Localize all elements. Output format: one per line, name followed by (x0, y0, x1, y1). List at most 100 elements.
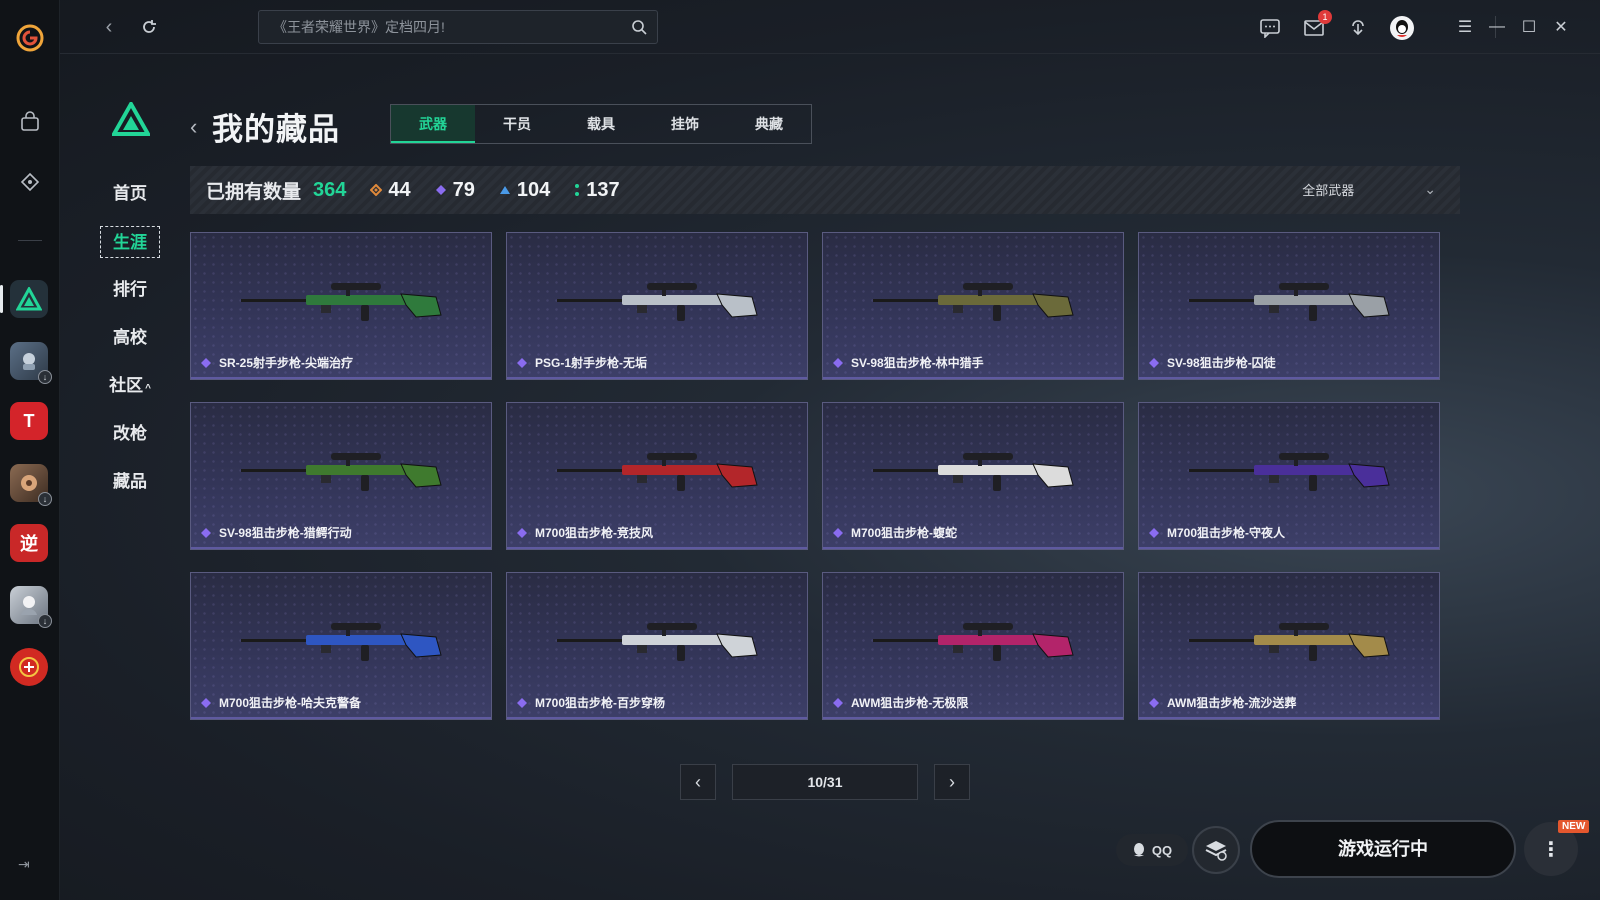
game-5-label: 逆 (20, 534, 38, 554)
weapon-image (873, 283, 1074, 321)
game-2-app[interactable]: ↓ (10, 342, 52, 384)
nav-home[interactable]: 首页 (100, 178, 160, 210)
chevron-down-icon: ⌄ (1424, 181, 1436, 197)
purple-rarity-icon (1149, 527, 1159, 538)
delta-force-logo[interactable] (110, 99, 152, 138)
gold-rarity-icon (370, 184, 383, 196)
purple-rarity-icon (517, 527, 527, 538)
game-3-app[interactable]: T (10, 402, 48, 440)
delta-force-app[interactable] (10, 280, 48, 318)
prev-page-button[interactable]: ‹ (680, 764, 716, 800)
collection-item-card[interactable]: M700狙击步枪-哈夫克警备 (190, 572, 492, 720)
collection-item-card[interactable]: AWM狙击步枪-无极限 (822, 572, 1124, 720)
next-page-button[interactable]: › (934, 764, 970, 800)
collection-item-card[interactable]: PSG-1射手步枪-无垢 (506, 232, 808, 380)
collection-item-card[interactable]: AWM狙击步枪-流沙送葬 (1138, 572, 1440, 720)
collection-item-card[interactable]: M700狙击步枪-守夜人 (1138, 402, 1440, 550)
collection-item-card[interactable]: SV-98狙击步枪-猎鳄行动 (190, 402, 492, 550)
collection-item-card[interactable]: M700狙击步枪-蝮蛇 (822, 402, 1124, 550)
tab-operators[interactable]: 干员 (475, 105, 559, 143)
item-name-row: SR-25射手步枪-尖端治疗 (201, 354, 353, 371)
collection-grid: SR-25射手步枪-尖端治疗 PSG-1射手步枪-无垢 SV-98狙击步枪-林中猎手… (190, 232, 1460, 732)
weapon-image (873, 453, 1074, 491)
launch-game-button[interactable]: 游戏运行中 (1250, 820, 1516, 878)
item-name: M700狙击步枪-哈夫克警备 (219, 696, 362, 710)
nav-collection[interactable]: 藏品 (100, 466, 160, 498)
menu-icon[interactable]: ☰ (1452, 14, 1478, 40)
chat-icon[interactable] (1256, 14, 1284, 42)
item-name-row: M700狙击步枪-哈夫克警备 (201, 694, 361, 711)
download-badge-icon: ↓ (38, 614, 52, 628)
collection-item-card[interactable]: SV-98狙击步枪-林中猎手 (822, 232, 1124, 380)
nav-college[interactable]: 高校 (100, 322, 160, 354)
game-4-app[interactable]: ↓ (10, 464, 52, 506)
nav-career[interactable]: 生涯 (100, 226, 160, 258)
item-name-row: SV-98狙击步枪-林中猎手 (833, 354, 984, 371)
item-name-row: AWM狙击步枪-无极限 (833, 694, 968, 711)
accelerator-button[interactable] (1192, 826, 1240, 874)
game-6-app[interactable]: ↓ (10, 586, 52, 628)
tab-classics[interactable]: 典藏 (727, 105, 811, 143)
tab-vehicles[interactable]: 载具 (559, 105, 643, 143)
top-bar: ‹ 1 ☰ — ☐ ✕ (60, 0, 1600, 54)
minimize-icon[interactable]: — (1484, 14, 1510, 40)
collection-item-card[interactable]: SV-98狙击步枪-囚徒 (1138, 232, 1440, 380)
purple-count: 79 (452, 178, 475, 201)
tag-icon[interactable] (12, 164, 48, 200)
weapon-image (241, 453, 442, 491)
weapon-image (557, 453, 758, 491)
purple-rarity-icon (833, 357, 843, 368)
gold-stat: 44 (370, 178, 411, 202)
item-name: M700狙击步枪-竞技风 (535, 526, 654, 540)
weapon-filter-dropdown[interactable]: 全部武器 ⌄ (1302, 180, 1436, 199)
weapon-image (557, 283, 758, 321)
weapon-image (241, 283, 442, 321)
weapon-image (873, 623, 1074, 661)
tab-weapons[interactable]: 武器 (391, 105, 475, 143)
collection-item-card[interactable]: M700狙击步枪-百步穿杨 (506, 572, 808, 720)
expand-rail-icon[interactable]: ⇥ (18, 856, 30, 873)
page-back-icon[interactable]: ‹ (190, 114, 197, 140)
item-name: M700狙击步枪-守夜人 (1167, 526, 1286, 540)
avatar-icon[interactable] (1388, 14, 1416, 42)
nav-gunsmith[interactable]: 改枪 (100, 418, 160, 450)
game-3-label: T (23, 410, 35, 431)
gold-count: 44 (388, 178, 411, 201)
collection-item-card[interactable]: SR-25射手步枪-尖端治疗 (190, 232, 492, 380)
crossfire-app[interactable] (10, 648, 48, 686)
item-name-row: SV-98狙击步枪-囚徒 (1149, 354, 1276, 371)
item-name-row: M700狙击步枪-守夜人 (1149, 524, 1285, 541)
weapon-image (557, 623, 758, 661)
refresh-icon[interactable] (136, 14, 162, 40)
back-icon[interactable]: ‹ (96, 14, 122, 40)
collection-tabs: 武器 干员 载具 挂饰 典藏 (390, 104, 812, 144)
game-5-app[interactable]: 逆 (10, 524, 48, 562)
search-input[interactable] (273, 19, 613, 35)
mail-icon[interactable]: 1 (1300, 10, 1332, 42)
maximize-icon[interactable]: ☐ (1516, 14, 1542, 40)
nav-community-label: 社区 (109, 376, 144, 395)
store-icon[interactable] (12, 104, 48, 140)
nav-community[interactable]: 社区 ^ (100, 370, 160, 402)
item-name: AWM狙击步枪-流沙送葬 (1167, 696, 1297, 710)
launcher-logo[interactable] (14, 22, 46, 54)
qq-account-pill[interactable]: QQ (1116, 834, 1188, 866)
collection-item-card[interactable]: M700狙击步枪-竞技风 (506, 402, 808, 550)
search-bar[interactable] (258, 10, 658, 44)
item-name-row: M700狙击步枪-竞技风 (517, 524, 653, 541)
page-indicator: 10/31 (732, 764, 918, 800)
download-icon[interactable] (1344, 14, 1372, 42)
layers-icon (1205, 841, 1227, 861)
purple-rarity-icon (1149, 357, 1159, 368)
weapon-image (1189, 453, 1390, 491)
item-name-row: SV-98狙击步枪-猎鳄行动 (201, 524, 352, 541)
weapon-image (241, 623, 442, 661)
weapon-image (1189, 283, 1390, 321)
search-icon[interactable] (631, 19, 647, 35)
nav-ranking[interactable]: 排行 (100, 274, 160, 306)
purple-rarity-icon (833, 697, 843, 708)
tab-charms[interactable]: 挂饰 (643, 105, 727, 143)
close-icon[interactable]: ✕ (1548, 14, 1574, 40)
purple-rarity-icon (435, 185, 446, 195)
owned-label: 已拥有数量 (206, 181, 302, 203)
